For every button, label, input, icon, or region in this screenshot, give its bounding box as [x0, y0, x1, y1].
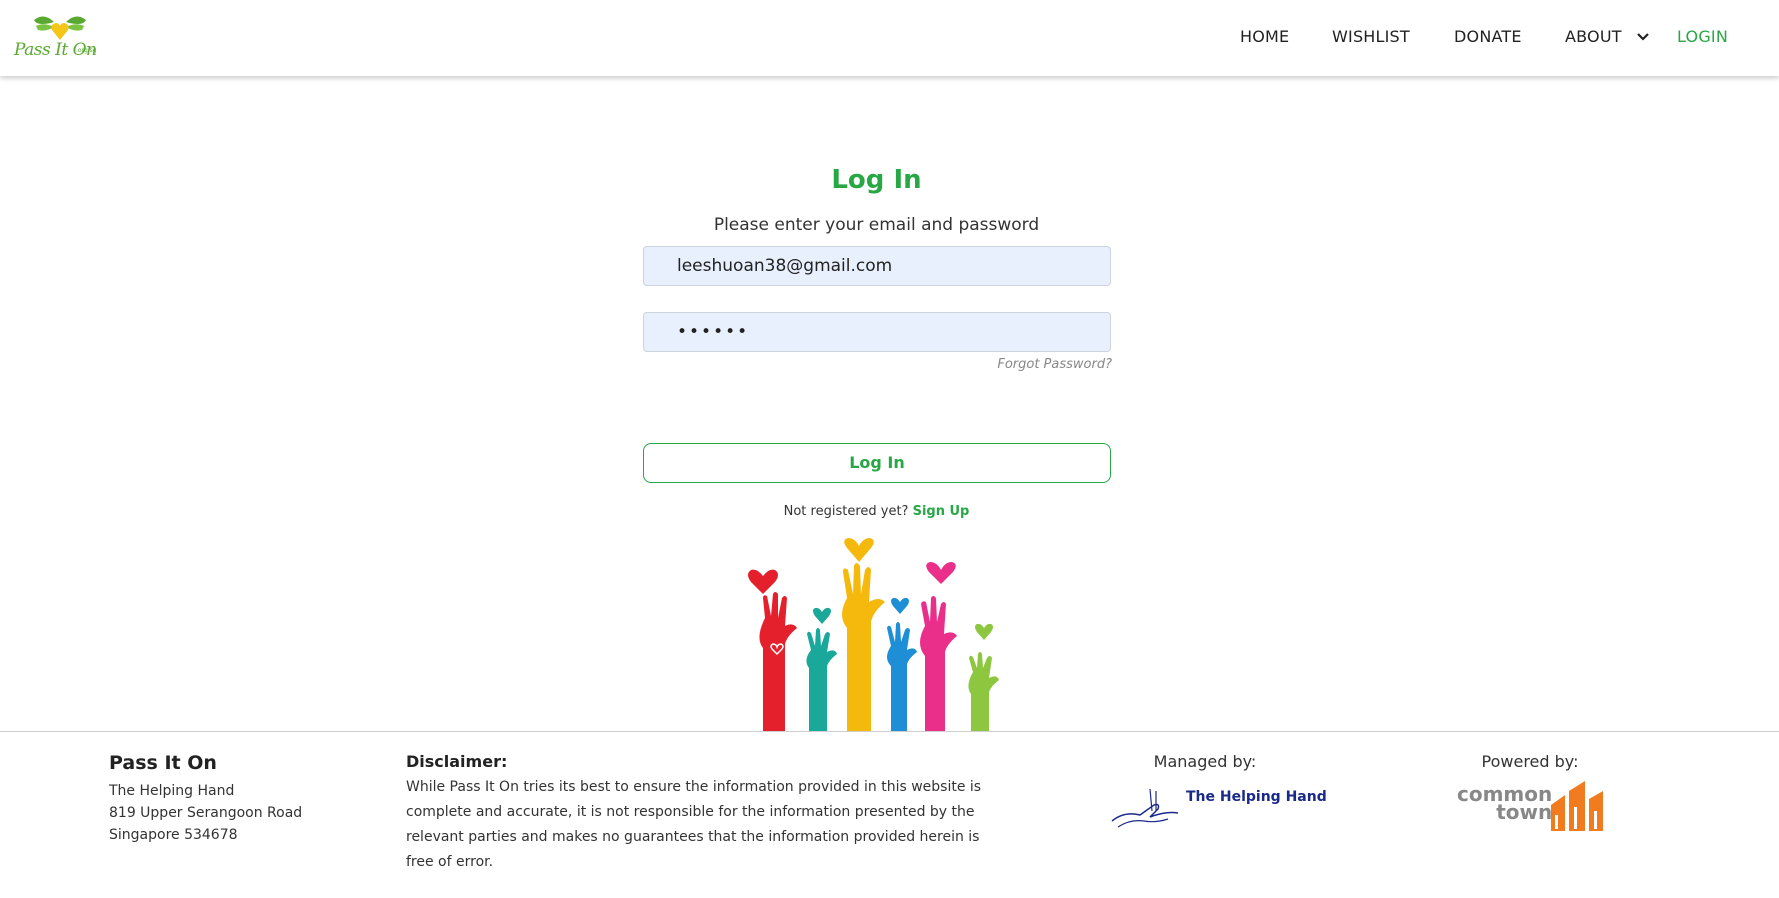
commontown-logo[interactable]: common town — [1445, 781, 1615, 837]
footer-address-line: 819 Upper Serangoon Road — [109, 805, 303, 821]
footer-address-line: Singapore 534678 — [109, 827, 238, 843]
nav-donate[interactable]: DONATE — [1454, 27, 1522, 46]
raised-hands-illustration — [748, 538, 999, 732]
forgot-password-link[interactable]: Forgot Password? — [990, 357, 1112, 372]
register-prompt-text: Not registered yet? — [783, 504, 909, 519]
nav-wishlist[interactable]: WISHLIST — [1332, 27, 1410, 46]
login-instructions: Please enter your email and password — [713, 215, 1040, 235]
nav-login[interactable]: LOGIN — [1677, 27, 1728, 46]
nav-home[interactable]: HOME — [1240, 27, 1289, 46]
disclaimer-text: While Pass It On tries its best to ensur… — [406, 779, 982, 870]
helping-hand-logo-text: The Helping Hand — [1186, 789, 1327, 805]
managed-by-label: Managed by: — [1153, 752, 1257, 771]
page-title: Log In — [831, 165, 922, 195]
footer-powered-by: Powered by: common town — [1440, 752, 1620, 837]
footer-disclaimer: Disclaimer: While Pass It On tries its b… — [406, 752, 986, 875]
email-field[interactable]: leeshuoan38@gmail.com — [643, 246, 1111, 286]
footer-organization: Pass It On The Helping Hand 819 Upper Se… — [109, 752, 302, 846]
disclaimer-title: Disclaimer: — [406, 752, 508, 771]
register-prompt: Not registered yet? Sign Up — [0, 504, 1753, 519]
footer-org-name: Pass It On — [109, 752, 217, 774]
commontown-logo-text: common town — [1457, 784, 1552, 822]
pass-it-on-logo[interactable]: Pass It On .org.sg — [14, 14, 112, 62]
password-field[interactable]: •••••• — [643, 312, 1111, 352]
powered-by-label: Powered by: — [1481, 752, 1579, 771]
signup-link[interactable]: Sign Up — [913, 504, 970, 519]
nav-about[interactable]: ABOUT — [1565, 27, 1622, 46]
helping-hand-icon — [1111, 788, 1179, 828]
site-header: Pass It On .org.sg HOME WISHLIST DONATE … — [0, 0, 1779, 76]
commontown-buildings-icon — [1551, 781, 1603, 831]
site-footer: Pass It On The Helping Hand 819 Upper Se… — [0, 731, 1779, 898]
footer-address-line: The Helping Hand — [109, 783, 235, 799]
helping-hand-logo[interactable]: The Helping Hand — [1110, 781, 1327, 831]
login-button[interactable]: Log In — [643, 443, 1111, 483]
footer-managed-by: Managed by: The Helping Hand — [1110, 752, 1327, 831]
chevron-down-icon[interactable] — [1636, 30, 1650, 44]
logo-domain: .org.sg — [76, 47, 97, 54]
